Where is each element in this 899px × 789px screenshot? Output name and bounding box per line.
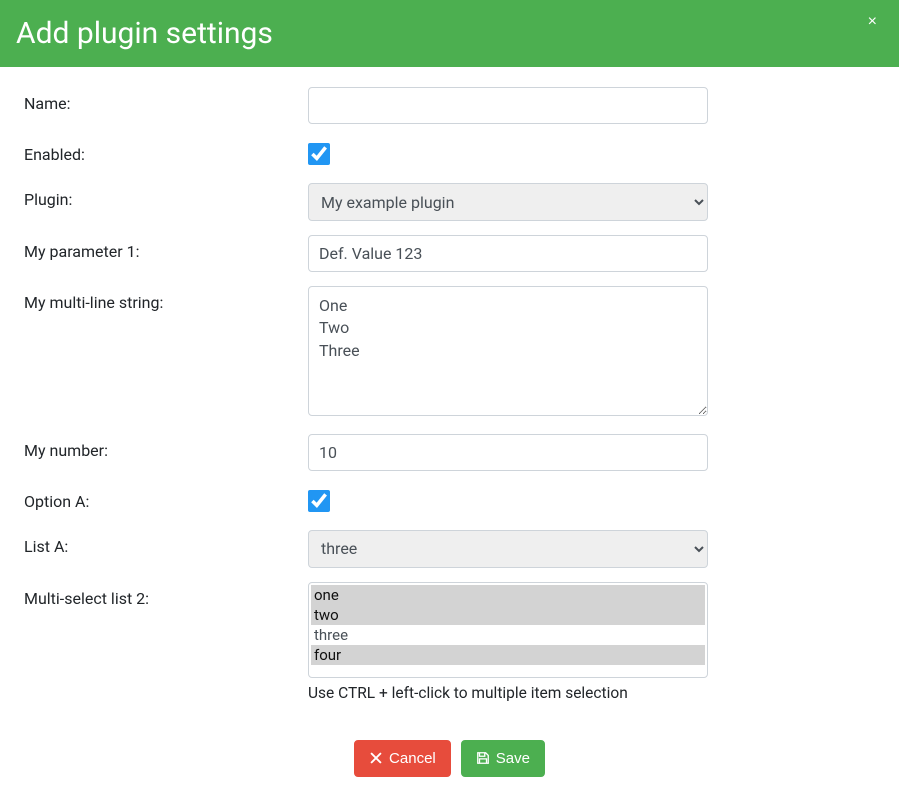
multiselect-help-text: Use CTRL + left-click to multiple item s… xyxy=(308,684,708,702)
multiselect-label: Multi-select list 2: xyxy=(24,582,308,608)
multiline-label: My multi-line string: xyxy=(24,286,308,312)
enabled-checkbox[interactable] xyxy=(308,143,330,165)
form-row-lista: List A: three xyxy=(24,530,875,568)
form-row-number: My number: xyxy=(24,434,875,471)
form-row-name: Name: xyxy=(24,87,875,124)
cancel-button-label: Cancel xyxy=(389,750,436,767)
multiselect-option[interactable]: one xyxy=(311,585,705,605)
multiselect-option[interactable]: three xyxy=(311,625,705,645)
lista-label: List A: xyxy=(24,530,308,556)
form-row-optiona: Option A: xyxy=(24,485,875,516)
name-label: Name: xyxy=(24,87,308,113)
modal-body: Name: Enabled: Plugin: My example plugin… xyxy=(0,67,899,726)
param1-input[interactable] xyxy=(308,235,708,272)
name-input[interactable] xyxy=(308,87,708,124)
form-row-multiselect: Multi-select list 2: one two three four … xyxy=(24,582,875,702)
plugin-select[interactable]: My example plugin xyxy=(308,183,708,221)
cancel-button[interactable]: Cancel xyxy=(354,740,451,777)
multiselect-option[interactable]: two xyxy=(311,605,705,625)
form-row-enabled: Enabled: xyxy=(24,138,875,169)
number-input[interactable] xyxy=(308,434,708,471)
multiselect-list[interactable]: one two three four xyxy=(308,582,708,678)
save-button[interactable]: Save xyxy=(461,740,545,777)
form-row-plugin: Plugin: My example plugin xyxy=(24,183,875,221)
param1-label: My parameter 1: xyxy=(24,235,308,261)
x-icon xyxy=(369,751,383,765)
number-label: My number: xyxy=(24,434,308,460)
form-row-param1: My parameter 1: xyxy=(24,235,875,272)
optiona-checkbox[interactable] xyxy=(308,490,330,512)
optiona-label: Option A: xyxy=(24,485,308,511)
multiline-textarea[interactable] xyxy=(308,286,708,416)
form-row-multiline: My multi-line string: xyxy=(24,286,875,420)
plugin-label: Plugin: xyxy=(24,183,308,209)
modal-footer: Cancel Save xyxy=(0,726,899,789)
close-button[interactable]: × xyxy=(864,12,881,32)
modal-title: Add plugin settings xyxy=(16,16,273,51)
lista-select[interactable]: three xyxy=(308,530,708,568)
multiselect-option[interactable]: four xyxy=(311,645,705,665)
save-icon xyxy=(476,751,490,765)
close-icon: × xyxy=(868,13,877,30)
save-button-label: Save xyxy=(496,750,530,767)
modal-header: Add plugin settings × xyxy=(0,0,899,67)
enabled-label: Enabled: xyxy=(24,138,308,164)
